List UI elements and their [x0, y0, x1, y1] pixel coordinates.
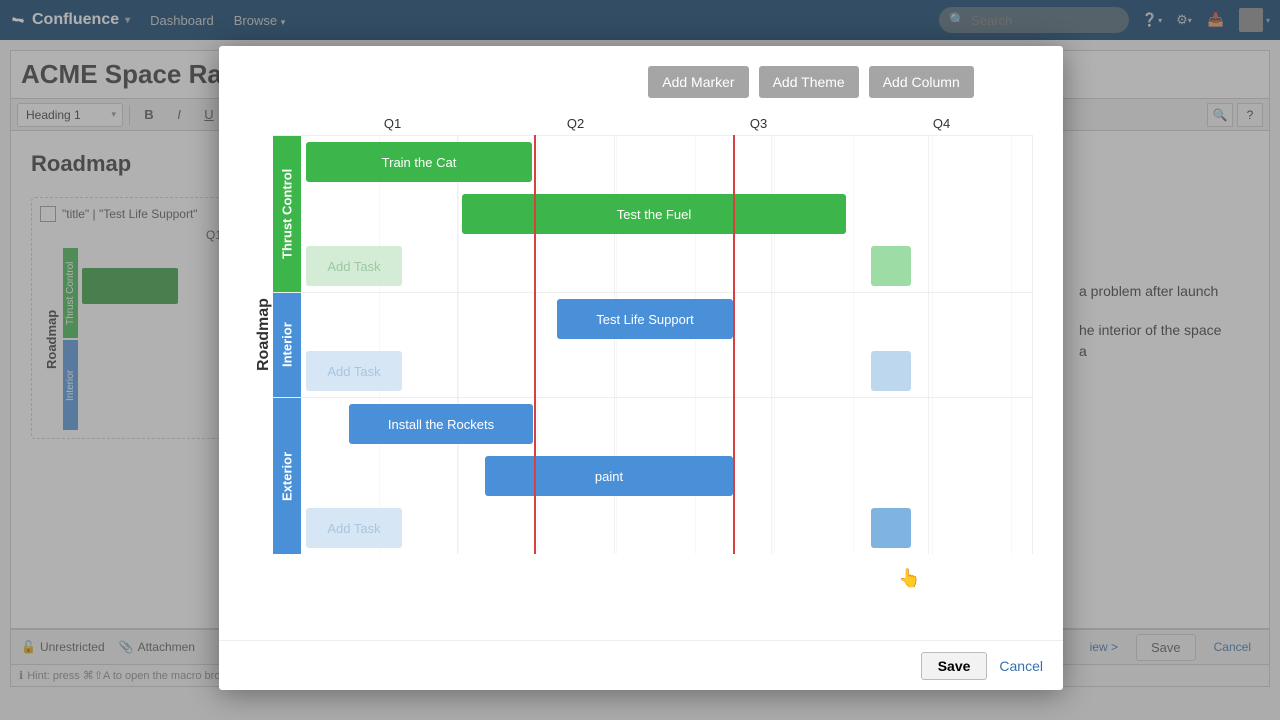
add-marker-button[interactable]: Add Marker: [648, 66, 748, 98]
add-theme-button[interactable]: Add Theme: [759, 66, 859, 98]
add-task-exterior[interactable]: Add Task: [306, 508, 402, 548]
new-task-placeholder-exterior[interactable]: [871, 508, 911, 548]
modal-cancel-button[interactable]: Cancel: [999, 658, 1043, 674]
add-column-button[interactable]: Add Column: [869, 66, 974, 98]
add-task-interior[interactable]: Add Task: [306, 351, 402, 391]
new-task-placeholder-thrust[interactable]: [871, 246, 911, 286]
modal-footer: Save Cancel: [219, 640, 1063, 690]
roadmap-title[interactable]: Roadmap: [249, 116, 273, 554]
lane-header-exterior[interactable]: Exterior: [273, 398, 301, 554]
lane-header-thrust[interactable]: Thrust Control: [273, 136, 301, 292]
add-task-thrust[interactable]: Add Task: [306, 246, 402, 286]
lane-exterior: Exterior Install the Rockets paint Add T…: [273, 397, 1033, 554]
task-paint[interactable]: paint: [485, 456, 733, 496]
col-q2[interactable]: Q2: [484, 116, 667, 135]
new-task-placeholder-interior[interactable]: [871, 351, 911, 391]
col-q4[interactable]: Q4: [850, 116, 1033, 135]
lane-header-interior[interactable]: Interior: [273, 293, 301, 397]
col-q1[interactable]: Q1: [301, 116, 484, 135]
column-headers: Q1 Q2 Q3 Q4: [301, 116, 1033, 135]
lane-thrust-control: Thrust Control Train the Cat Test the Fu…: [273, 135, 1033, 292]
col-q3[interactable]: Q3: [667, 116, 850, 135]
task-test-life-support[interactable]: Test Life Support: [557, 299, 733, 339]
task-test-the-fuel[interactable]: Test the Fuel: [462, 194, 846, 234]
task-train-the-cat[interactable]: Train the Cat: [306, 142, 532, 182]
roadmap-editor-modal: Add Marker Add Theme Add Column Roadmap …: [219, 46, 1063, 690]
task-install-the-rockets[interactable]: Install the Rockets: [349, 404, 533, 444]
lane-interior: Interior Test Life Support Add Task: [273, 292, 1033, 397]
modal-save-button[interactable]: Save: [921, 652, 988, 680]
